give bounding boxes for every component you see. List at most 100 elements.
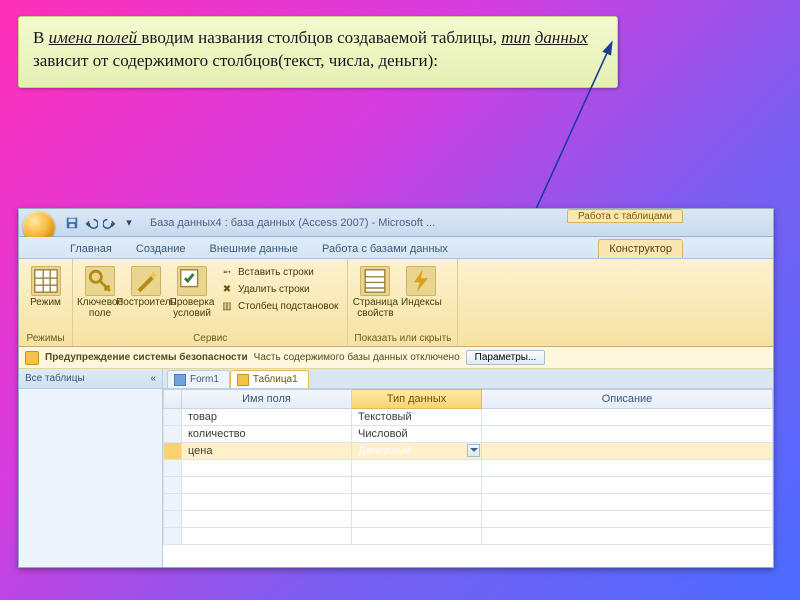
delete-row-icon: ✖ [220,282,234,296]
lookup-icon: ▥ [220,299,234,313]
lookup-column-button[interactable]: ▥Столбец подстановок [217,298,341,314]
ribbon-group-service: Ключевое поле Построитель Проверка услов… [73,259,348,346]
cell-field-name[interactable]: количество [182,426,352,443]
tab-home[interactable]: Главная [59,239,123,258]
shield-icon [25,351,39,365]
undo-icon[interactable] [84,216,98,230]
datasheet-icon [31,266,61,296]
data-type-dropdown-button[interactable] [467,444,480,457]
object-tab-form1[interactable]: Form1 [167,370,230,388]
tab-create[interactable]: Создание [125,239,197,258]
row-selector[interactable] [164,511,182,528]
design-grid[interactable]: Имя поля Тип данных Описание товар Текст… [163,389,773,567]
delete-rows-button[interactable]: ✖Удалить строки [217,281,341,297]
row-selector[interactable] [164,426,182,443]
cell-data-type[interactable]: Числовой [352,426,482,443]
indexes-label: Индексы [401,298,442,309]
nav-pane-title: Все таблицы [25,373,85,384]
object-tab-table1-label: Таблица1 [253,374,298,385]
navigation-pane[interactable]: Все таблицы « [19,369,163,567]
col-header-data-type[interactable]: Тип данных [352,390,482,409]
ribbon-group-showhide: Страница свойств Индексы Показать или ск… [348,259,458,346]
tab-db-tools[interactable]: Работа с базами данных [311,239,459,258]
lightning-icon [406,266,436,296]
tab-external-data[interactable]: Внешние данные [199,239,309,258]
security-options-button[interactable]: Параметры... [466,350,546,365]
qat-customize-icon[interactable]: ▾ [122,216,136,230]
tab-design[interactable]: Конструктор [598,239,683,258]
row-selector[interactable] [164,460,182,477]
quick-access-toolbar: ▾ [65,216,136,230]
title-bar: ▾ База данных4 : база данных (Access 200… [19,209,773,237]
contextual-tab-label: Работа с таблицами [567,209,683,223]
main-pane: Form1 Таблица1 Имя поля Тип данных Описа… [163,369,773,567]
group-label-showhide: Показать или скрыть [354,332,451,346]
group-label-service: Сервис [79,332,341,346]
security-message: Часть содержимого базы данных отключено [254,352,460,363]
object-tab-table1[interactable]: Таблица1 [230,370,309,388]
document-area: Все таблицы « Form1 Таблица1 [19,369,773,567]
cell-description[interactable] [482,409,773,426]
cell-field-name[interactable]: товар [182,409,352,426]
instruction-em2: тип [501,28,530,47]
properties-icon [360,266,390,296]
wand-icon [131,266,161,296]
security-warning-bar: Предупреждение системы безопасности Част… [19,347,773,369]
table-row[interactable] [164,460,773,477]
cell-description[interactable] [482,426,773,443]
row-selector[interactable] [164,494,182,511]
table-row[interactable]: цена Денежный [164,443,773,460]
table-row[interactable] [164,494,773,511]
table-icon [237,374,249,386]
instruction-em3: данных [535,28,588,47]
view-button[interactable]: Режим [25,264,66,309]
ribbon-tab-strip: Главная Создание Внешние данные Работа с… [19,237,773,259]
table-row[interactable] [164,477,773,494]
cell-description[interactable] [482,443,773,460]
chevron-left-icon[interactable]: « [150,373,156,384]
builder-button[interactable]: Построитель [125,264,167,309]
row-selector[interactable] [164,409,182,426]
table-row[interactable] [164,511,773,528]
ribbon: Режим Режимы Ключевое поле Построитель П… [19,259,773,347]
property-sheet-label: Страница свойств [353,298,398,319]
cell-data-type-active[interactable]: Денежный [352,443,482,460]
cell-data-type[interactable]: Текстовый [352,409,482,426]
col-header-description[interactable]: Описание [482,390,773,409]
row-selector[interactable] [164,443,182,460]
design-table: Имя поля Тип данных Описание товар Текст… [163,389,773,545]
security-title: Предупреждение системы безопасности [45,352,248,363]
ribbon-group-modes: Режим Режимы [19,259,73,346]
primary-key-button[interactable]: Ключевое поле [79,264,121,319]
table-row[interactable] [164,528,773,545]
table-row[interactable]: количество Числовой [164,426,773,443]
builder-label: Построитель [116,298,176,309]
access-window: ▾ База данных4 : база данных (Access 200… [18,208,774,568]
cell-data-type-value: Денежный [358,445,411,457]
insert-rows-button[interactable]: ➵Вставить строки [217,264,341,280]
row-selector-header [164,390,182,409]
instruction-box: В имена полей вводим названия столбцов с… [18,16,618,88]
indexes-button[interactable]: Индексы [400,264,442,309]
instruction-post: зависит от содержимого столбцов(текст, ч… [33,51,438,70]
instruction-text: В [33,28,49,47]
window-title: База данных4 : база данных (Access 2007)… [150,217,435,229]
col-header-field-name[interactable]: Имя поля [182,390,352,409]
validation-label: Проверка условий [170,298,215,319]
save-icon[interactable] [65,216,79,230]
nav-pane-body [19,389,162,567]
check-grid-icon [177,266,207,296]
view-button-label: Режим [30,298,61,309]
row-selector[interactable] [164,528,182,545]
instruction-mid: вводим названия столбцов создаваемой таб… [141,28,501,47]
property-sheet-button[interactable]: Страница свойств [354,264,396,319]
object-tab-form1-label: Form1 [190,374,219,385]
object-tab-strip: Form1 Таблица1 [163,369,773,389]
validation-button[interactable]: Проверка условий [171,264,213,319]
row-selector[interactable] [164,477,182,494]
table-row[interactable]: товар Текстовый [164,409,773,426]
cell-field-name[interactable]: цена [182,443,352,460]
nav-pane-header[interactable]: Все таблицы « [19,369,162,389]
form-icon [174,374,186,386]
redo-icon[interactable] [103,216,117,230]
